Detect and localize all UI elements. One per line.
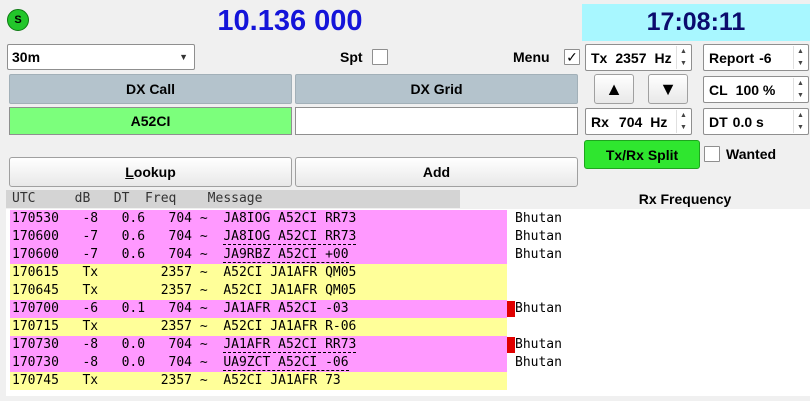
spin-arrows-icon[interactable]: ▲ ▼ (793, 78, 807, 101)
lookup-button[interactable]: Lookup (9, 157, 292, 187)
decode-country: Bhutan (515, 337, 562, 352)
decode-message: JA1AFR A52CI -03 (223, 301, 349, 316)
cl-label: CL (709, 81, 728, 98)
decode-country: Bhutan (515, 301, 562, 316)
dx-call-header: DX Call (9, 74, 292, 104)
dt-label: DT (709, 113, 728, 130)
wanted-checkbox[interactable] (704, 146, 720, 162)
lookup-button-label: Lookup (125, 164, 176, 180)
triangle-down-icon: ▼ (659, 78, 677, 99)
band-value: 30m (12, 49, 41, 65)
decode-message: A52CI JA1AFR 73 (223, 373, 341, 388)
decode-text: 170730 -8 0.0 704 ~ UA9ZCT A52CI -06 (10, 354, 507, 372)
dx-grid-header: DX Grid (295, 74, 578, 104)
add-button[interactable]: Add (295, 157, 578, 187)
rx-frequency-title: Rx Frequency (638, 191, 732, 207)
dt-spinbox[interactable]: DT 0.0 s ▲ ▼ (703, 108, 809, 135)
decode-message: UA9ZCT A52CI -06 (223, 355, 349, 371)
tx-freq-unit: Hz (654, 49, 672, 66)
decode-text: 170530 -8 0.6 704 ~ JA8IOG A52CI RR73 (10, 210, 507, 228)
decode-message: JA8IOG A52CI RR73 (223, 229, 357, 245)
spt-label: Spt (340, 49, 363, 65)
decode-message: A52CI JA1AFR R-06 (223, 319, 357, 334)
cl-spinbox[interactable]: CL 100 % ▲ ▼ (703, 76, 809, 103)
report-label: Report (709, 49, 755, 66)
chevron-down-icon: ▼ (179, 52, 188, 62)
dial-frequency-display: 10.136 000 (217, 4, 363, 37)
decode-marker (507, 337, 515, 353)
decode-text: 170645 Tx 2357 ~ A52CI JA1AFR QM05 (10, 282, 507, 300)
spin-arrows-icon[interactable]: ▲ ▼ (793, 110, 807, 133)
decode-country: Bhutan (515, 355, 562, 370)
rx-freq-label: Rx (591, 113, 609, 130)
tx-rx-split-button[interactable]: Tx/Rx Split (584, 140, 700, 169)
freq-down-button[interactable]: ▼ (648, 74, 688, 104)
decode-marker (507, 301, 515, 317)
decode-text: 170730 -8 0.0 704 ~ JA1AFR A52CI RR73 (10, 336, 507, 354)
utc-clock: 17:08:11 (582, 4, 810, 41)
rx-freq-unit: Hz (650, 113, 668, 130)
decode-text: 170715 Tx 2357 ~ A52CI JA1AFR R-06 (10, 318, 507, 336)
dt-value: 0.0 s (732, 113, 764, 130)
decode-text: 170615 Tx 2357 ~ A52CI JA1AFR QM05 (10, 264, 507, 282)
decode-message: A52CI JA1AFR QM05 (223, 265, 357, 280)
decode-text: 170600 -7 0.6 704 ~ JA8IOG A52CI RR73 (10, 228, 507, 246)
report-value: -6 (759, 49, 772, 66)
rx-frequency-decode-list[interactable]: 170530 -8 0.6 704 ~ JA8IOG A52CI RR73 Bhu… (6, 209, 810, 396)
tx-freq-value: 2357 (615, 49, 647, 66)
menu-label: Menu (513, 49, 550, 65)
tx-frequency-spinbox[interactable]: Tx 2357 Hz ▲ ▼ (585, 44, 692, 71)
check-icon: ✓ (566, 49, 578, 65)
decode-list-header: UTC dB DT Freq Message (6, 190, 460, 208)
wanted-label: Wanted (726, 146, 777, 162)
dx-grid-field[interactable] (295, 107, 578, 135)
decode-text: 170745 Tx 2357 ~ A52CI JA1AFR 73 (10, 372, 507, 390)
rx-freq-value: 704 (618, 113, 643, 130)
spin-arrows-icon[interactable]: ▲ ▼ (676, 110, 690, 133)
decode-message: JA1AFR A52CI RR73 (223, 337, 357, 353)
decode-message: JA9RBZ A52CI +00 (223, 247, 349, 263)
decode-text: 170700 -6 0.1 704 ~ JA1AFR A52CI -03 (10, 300, 507, 318)
decode-country: Bhutan (515, 247, 562, 262)
cl-value: 100 % (735, 81, 776, 98)
menu-checkbox[interactable]: ✓ (564, 49, 580, 65)
spin-arrows-icon[interactable]: ▲ ▼ (793, 46, 807, 69)
decode-country: Bhutan (515, 211, 562, 226)
rx-frequency-spinbox[interactable]: Rx 704 Hz ▲ ▼ (585, 108, 692, 135)
decode-country: Bhutan (515, 229, 562, 244)
spt-checkbox[interactable] (372, 49, 388, 65)
tx-freq-label: Tx (591, 49, 608, 66)
decode-text: 170600 -7 0.6 704 ~ JA9RBZ A52CI +00 (10, 246, 507, 264)
dx-call-field[interactable]: A52CI (9, 107, 292, 135)
decode-message: A52CI JA1AFR QM05 (223, 283, 357, 298)
decode-message: JA8IOG A52CI RR73 (223, 211, 357, 226)
triangle-up-icon: ▲ (605, 78, 623, 99)
spin-arrows-icon[interactable]: ▲ ▼ (676, 46, 690, 69)
report-spinbox[interactable]: Report -6 ▲ ▼ (703, 44, 809, 71)
band-select[interactable]: 30m ▼ (7, 44, 195, 70)
freq-up-button[interactable]: ▲ (594, 74, 634, 104)
